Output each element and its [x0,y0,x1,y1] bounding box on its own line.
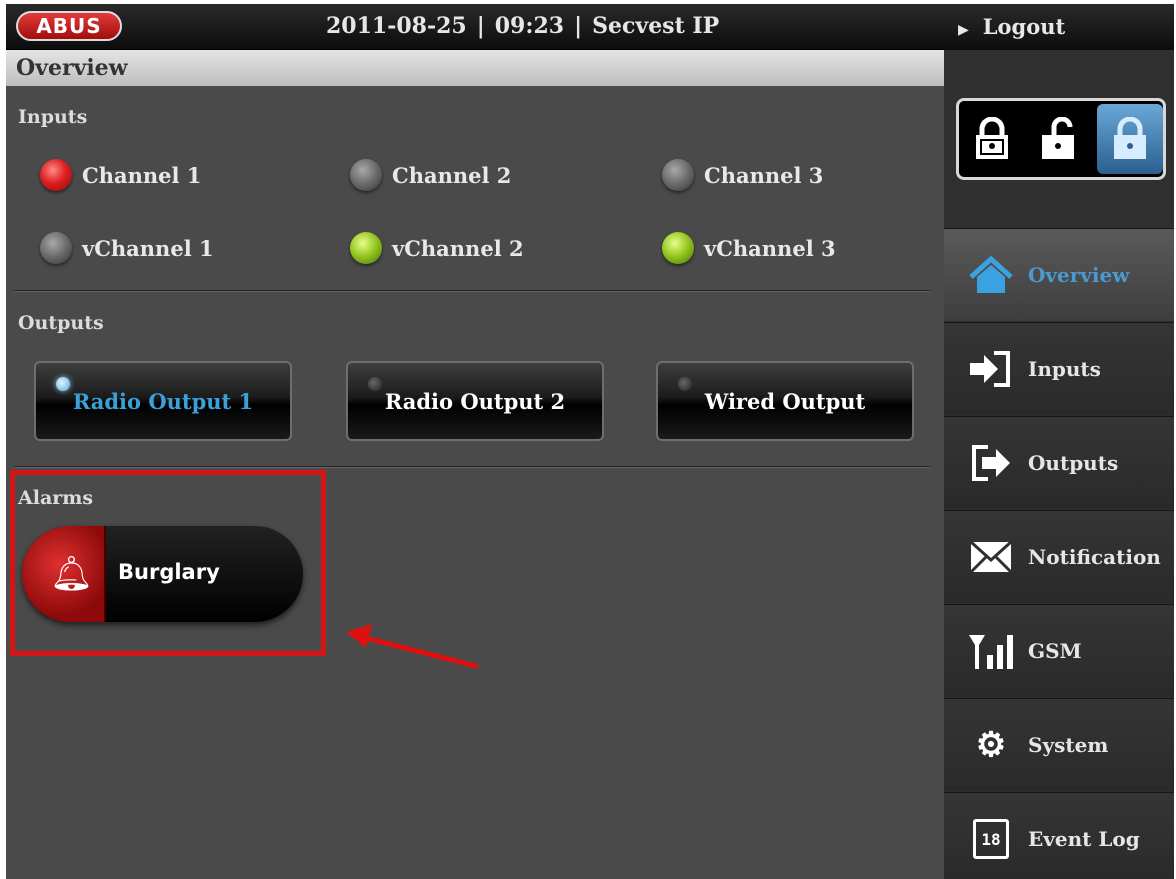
calendar-icon: 18 [966,814,1016,864]
login-icon [966,344,1016,394]
led-green-icon [662,232,694,264]
abus-logo: ABUS [16,11,122,41]
armed-lock-icon[interactable] [959,104,1025,174]
disarmed-lock-icon[interactable] [1097,104,1163,174]
led-grey-icon [350,159,382,191]
led-grey-icon [662,159,694,191]
logout-button[interactable]: ▶ Logout [944,4,1174,50]
channel-1-indicator[interactable]: Channel 1 [40,158,201,192]
signal-icon [966,626,1016,676]
unlocked-icon[interactable] [1025,104,1091,174]
nav-event-log[interactable]: 18 Event Log [944,792,1174,879]
channel-label: Channel 3 [704,162,824,188]
section-divider [14,466,930,468]
calendar-day: 18 [973,819,1009,859]
sidebar: ▶ Logout Overview Inputs Outputs Notific… [944,4,1174,879]
nav-outputs[interactable]: Outputs [944,416,1174,509]
nav-label: Outputs [1028,451,1119,475]
caret-right-icon: ▶ [958,22,969,38]
outputs-section-label: Outputs [18,312,104,334]
nav-notification[interactable]: Notification [944,510,1174,603]
nav-label: Inputs [1028,357,1101,381]
led-red-icon [40,159,72,191]
nav-label: System [1028,733,1109,757]
output-indicator-icon [678,377,692,391]
nav-inputs[interactable]: Inputs [944,322,1174,415]
output-indicator-icon [368,377,382,391]
pointer-arrow-icon [346,624,479,669]
app-window: ABUS 2011-08-25 | 09:23 | Secvest IP Overvie… [6,4,1174,879]
nav-gsm[interactable]: GSM [944,604,1174,697]
logout-icon [966,438,1016,488]
top-bar: ABUS 2011-08-25 | 09:23 | Secvest IP [6,4,944,50]
separator: | [476,13,485,39]
alarm-label: Burglary [118,560,220,584]
device-name: Secvest IP [592,13,720,39]
logout-label: Logout [982,14,1066,39]
output-label: Radio Output 1 [72,388,254,414]
channel-label: Channel 1 [82,162,202,188]
nav-label: Notification [1028,545,1161,569]
gear-icon: ⚙ [975,725,1007,765]
channel-label: vChannel 1 [82,235,214,261]
home-icon [966,250,1016,300]
radio-output-1-button[interactable]: Radio Output 1 [34,361,292,441]
nav-label: Event Log [1028,827,1140,851]
separator: | [574,13,583,39]
inputs-section-label: Inputs [18,106,88,128]
bell-icon: 🔔︎ [50,554,94,594]
section-divider [14,290,930,292]
output-indicator-icon [56,377,70,391]
vchannel-3-indicator[interactable]: vChannel 3 [662,231,836,265]
burglary-alarm-button[interactable]: 🔔︎ Burglary [22,526,303,622]
channel-3-indicator[interactable]: Channel 3 [662,158,823,192]
nav-label: GSM [1028,639,1082,663]
channel-label: vChannel 3 [704,235,836,261]
wired-output-button[interactable]: Wired Output [656,361,914,441]
channel-2-indicator[interactable]: Channel 2 [350,158,511,192]
channel-label: Channel 2 [392,162,512,188]
nav-overview[interactable]: Overview [944,228,1174,321]
time-text: 09:23 [494,13,565,39]
vchannel-2-indicator[interactable]: vChannel 2 [350,231,524,265]
output-label: Radio Output 2 [384,388,566,414]
date-text: 2011-08-25 [326,13,467,39]
envelope-icon [966,532,1016,582]
status-info: 2011-08-25 | 09:23 | Secvest IP [326,13,719,39]
output-label: Wired Output [704,388,866,414]
led-green-icon [350,232,382,264]
radio-output-2-button[interactable]: Radio Output 2 [346,361,604,441]
nav-label: Overview [1028,263,1130,287]
arm-state-panel [956,98,1166,180]
vchannel-1-indicator[interactable]: vChannel 1 [40,231,214,265]
page-title: Overview [6,50,944,86]
nav-system[interactable]: ⚙ System [944,698,1174,791]
led-grey-icon [40,232,72,264]
channel-label: vChannel 2 [392,235,524,261]
